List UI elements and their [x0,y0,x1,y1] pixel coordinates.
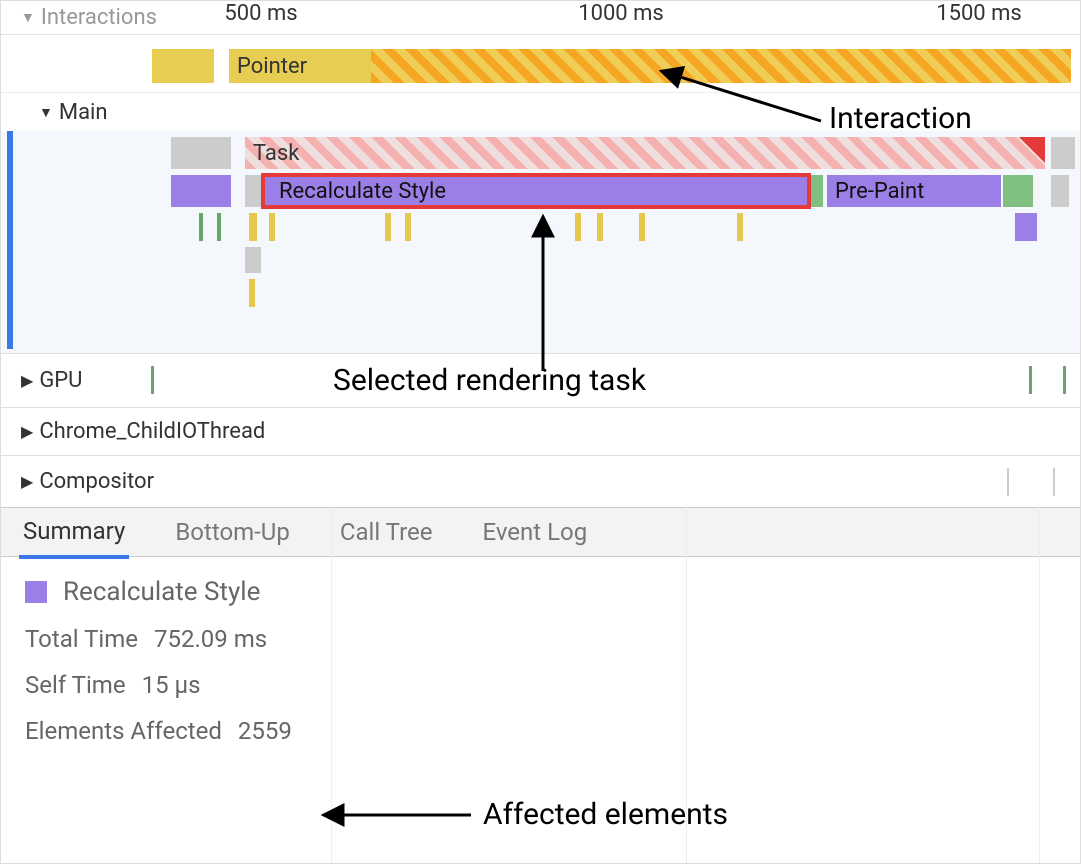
comp-tick-1 [1007,468,1009,496]
childio-label: Chrome_ChildIOThread [39,419,265,444]
interaction-presentation-delay[interactable] [371,49,1071,83]
summary-title: Recalculate Style [63,577,260,607]
interaction-pointer[interactable]: Pointer [229,49,371,83]
tab-bottom-up[interactable]: Bottom-Up [171,508,294,556]
main-track[interactable]: ▼ Main Task Recalculate Style Pre-Paint [1,93,1080,353]
tiny-green-1 [199,213,203,241]
summary-panel: Recalculate Style Total Time 752.09 ms S… [1,557,1080,783]
gpu-label: GPU [39,368,82,393]
tab-summary[interactable]: Summary [19,507,129,559]
ruler-tick-1: 1000 ms [578,1,664,26]
expand-icon: ▶ [21,422,33,441]
tiny-yellow-3 [405,213,411,241]
total-time-value: 752.09 ms [154,625,267,653]
total-time-label: Total Time [25,625,138,653]
gray-sliver[interactable] [245,175,263,207]
collapse-icon: ▼ [21,9,35,26]
details-tabs: Summary Bottom-Up Call Tree Event Log [1,507,1080,557]
task-block[interactable]: Task [245,137,1045,169]
comp-tick-2 [1053,468,1055,496]
recalculate-style-block[interactable]: Recalculate Style [263,175,809,207]
expand-icon: ▶ [21,472,33,491]
tiny-gray-r4 [245,247,261,273]
gpu-tick-2 [1029,366,1032,394]
gray-end[interactable] [1051,175,1069,207]
tiny-yellow-0 [249,213,257,241]
purple-small-left[interactable] [171,175,231,207]
layout-tick-1[interactable] [811,175,823,207]
tab-event-log[interactable]: Event Log [478,508,591,556]
gpu-track[interactable]: ▶ GPU [1,353,1080,407]
interaction-input-delay[interactable] [152,49,214,83]
tiny-purple-end [1015,213,1037,241]
task-block-small[interactable] [171,137,231,169]
interaction-pointer-label: Pointer [237,54,307,79]
self-time-value: 15 µs [142,671,201,699]
tiny-yellow-7 [737,213,743,241]
tiny-yellow-2 [385,213,391,241]
main-label: Main [59,100,108,125]
elements-affected-label: Elements Affected [25,717,222,745]
pre-paint-block[interactable]: Pre-Paint [827,175,1001,207]
gpu-tick-3 [1063,366,1066,394]
elements-affected-value: 2559 [238,717,292,745]
tiny-yellow-4 [575,213,581,241]
tiny-yellow-1 [269,213,275,241]
summary-color-swatch [25,581,47,603]
recalculate-style-label: Recalculate Style [271,179,446,204]
section-interactions[interactable]: ▼ Interactions [21,5,157,30]
expand-icon: ▶ [21,371,33,390]
task-label: Task [253,141,299,166]
ruler-tick-0: 500 ms [224,1,297,26]
interactions-track[interactable]: Pointer [1,35,1080,93]
tab-call-tree[interactable]: Call Tree [336,508,437,556]
main-header[interactable]: ▼ Main [1,93,1080,131]
tiny-yellow-6 [639,213,645,241]
interactions-label: Interactions [41,5,157,30]
layout-tick-2[interactable] [1003,175,1033,207]
self-time-label: Self Time [25,671,126,699]
timeline-ruler: ▼ Interactions 500 ms 1000 ms 1500 ms [1,1,1080,35]
tiny-yellow-5 [597,213,603,241]
compositor-track[interactable]: ▶ Compositor [1,455,1080,507]
tiny-yellow-r5 [249,279,255,307]
annotation-affected-elements: Affected elements [483,797,728,832]
childio-track[interactable]: ▶ Chrome_ChildIOThread [1,407,1080,455]
compositor-label: Compositor [39,469,154,494]
gpu-tick-1 [151,366,154,394]
long-task-indicator-icon [1019,137,1045,163]
tiny-green-2 [217,213,221,241]
ruler-tick-2: 1500 ms [936,1,1022,26]
task-trailing-gray[interactable] [1051,137,1075,169]
main-selection-bracket [7,93,13,349]
collapse-icon: ▼ [39,104,53,121]
pre-paint-label: Pre-Paint [835,179,924,204]
